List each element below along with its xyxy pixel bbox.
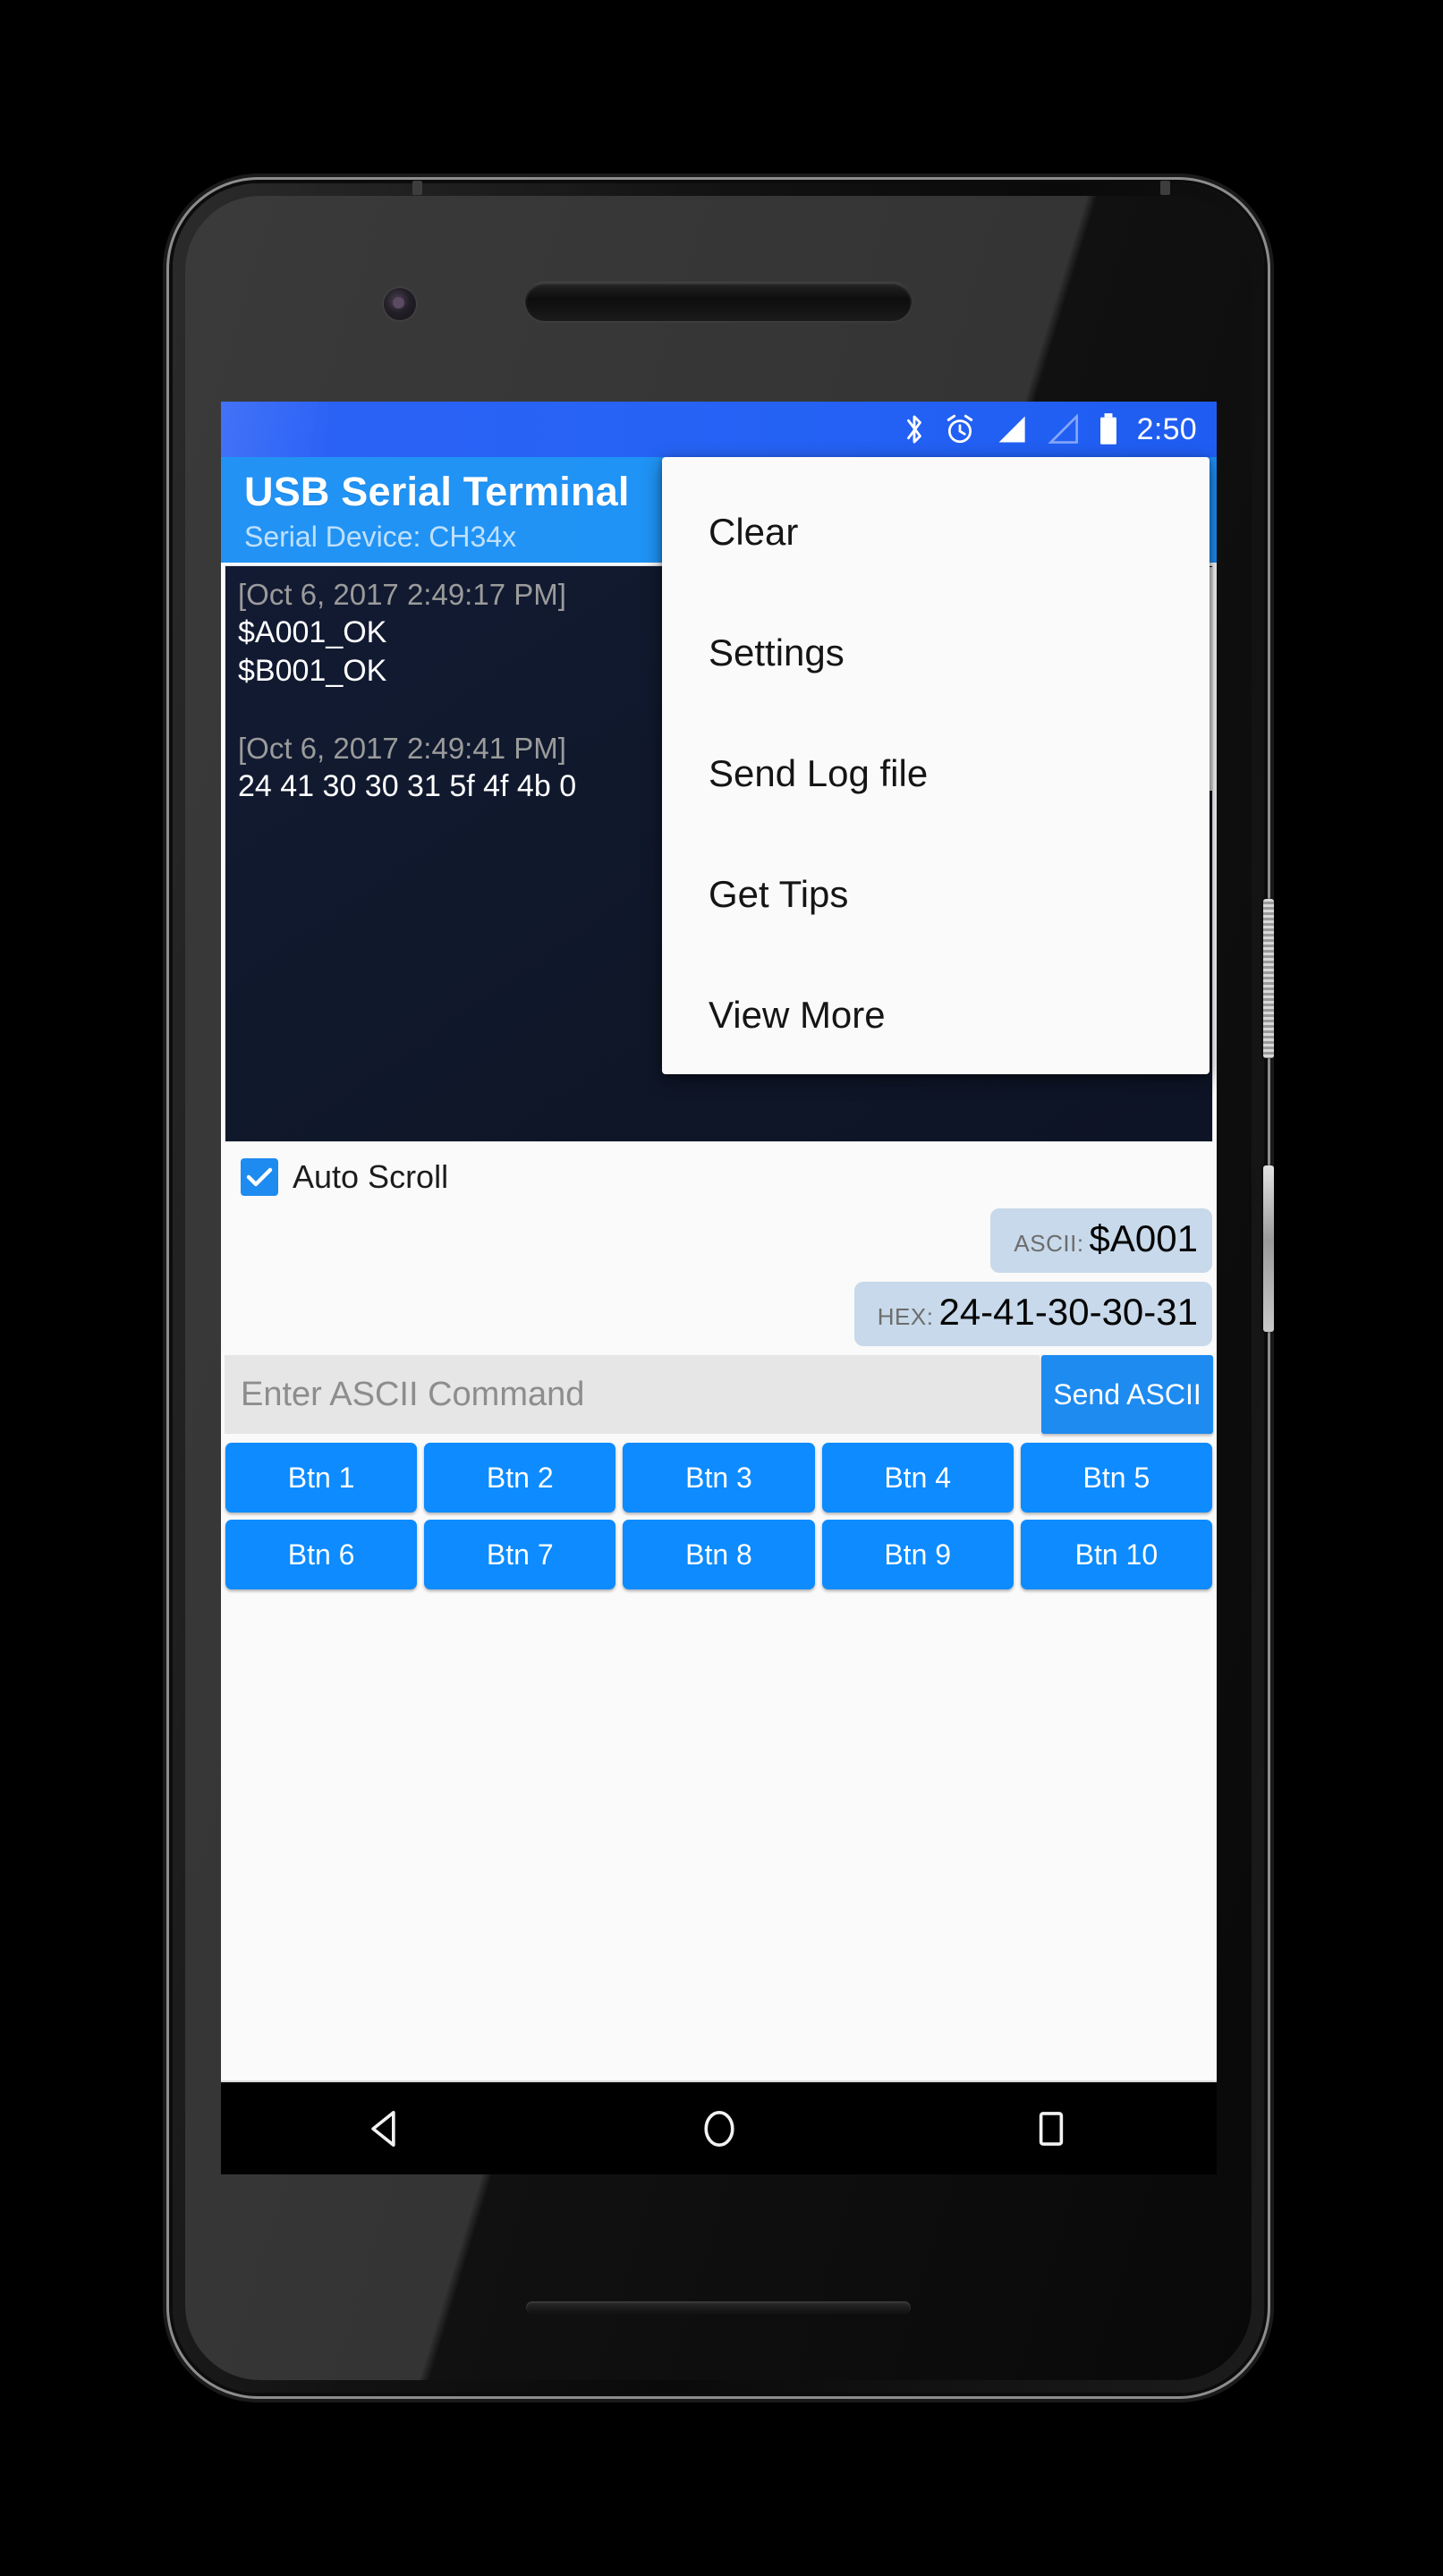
bottom-speaker-grille [526,2301,911,2314]
menu-item-send-log-file[interactable]: Send Log file [662,713,1210,834]
signal-empty-icon [1046,414,1080,445]
send-ascii-button[interactable]: Send ASCII [1041,1355,1213,1434]
preset-button-8[interactable]: Btn 8 [623,1520,815,1589]
menu-item-clear[interactable]: Clear [662,471,1210,592]
proximity-sensor-icon [393,297,404,309]
recents-icon[interactable] [1029,2106,1074,2151]
check-icon [246,1167,273,1187]
preset-button-7[interactable]: Btn 7 [424,1520,616,1589]
volume-button[interactable] [1263,1165,1274,1332]
hex-chip-value: 24-41-30-30-31 [938,1291,1198,1333]
ascii-command-input[interactable]: Enter ASCII Command [225,1355,1040,1434]
preset-button-5[interactable]: Btn 5 [1020,1443,1212,1513]
back-icon[interactable] [365,2106,410,2151]
ascii-chip-value: $A001 [1089,1217,1198,1259]
frame-nub-left [412,181,422,195]
signal-full-icon [994,414,1028,445]
status-bar: 2:50 [221,402,1217,457]
alarm-icon [944,412,976,446]
ascii-chip-key: ASCII: [1014,1230,1084,1257]
earpiece-speaker-icon [525,282,912,321]
command-row: Enter ASCII Command Send ASCII [225,1355,1213,1434]
preset-button-3[interactable]: Btn 3 [623,1443,815,1513]
menu-item-get-tips[interactable]: Get Tips [662,834,1210,954]
phone-screen: 2:50 USB Serial Terminal Serial Device: … [221,402,1217,2174]
preset-button-9[interactable]: Btn 9 [821,1520,1014,1589]
ascii-chip: ASCII: $A001 [990,1208,1212,1273]
value-chips: ASCII: $A001 HEX: 24-41-30-30-31 [221,1205,1217,1346]
power-button[interactable] [1263,899,1274,1058]
preset-button-4[interactable]: Btn 4 [821,1443,1014,1513]
overflow-menu: Clear Settings Send Log file Get Tips Vi… [662,457,1210,1074]
preset-button-1[interactable]: Btn 1 [225,1443,418,1513]
home-icon[interactable] [697,2106,742,2151]
hex-chip: HEX: 24-41-30-30-31 [853,1282,1212,1346]
android-navigation-bar [221,2080,1217,2174]
status-clock: 2:50 [1136,411,1197,446]
preset-button-2[interactable]: Btn 2 [424,1443,616,1513]
hex-chip-key: HEX: [877,1303,934,1330]
preset-button-grid: Btn 1 Btn 2 Btn 3 Btn 4 Btn 5 Btn 6 Btn … [221,1434,1217,1602]
battery-icon [1098,412,1119,446]
menu-item-settings[interactable]: Settings [662,592,1210,713]
preset-button-6[interactable]: Btn 6 [225,1520,418,1589]
auto-scroll-label: Auto Scroll [293,1158,449,1195]
auto-scroll-checkbox[interactable] [241,1158,278,1196]
preset-button-10[interactable]: Btn 10 [1020,1520,1212,1589]
bluetooth-icon [903,412,926,446]
menu-item-view-more[interactable]: View More [662,954,1210,1075]
auto-scroll-row[interactable]: Auto Scroll [221,1142,1217,1205]
frame-nub-right [1160,181,1170,195]
